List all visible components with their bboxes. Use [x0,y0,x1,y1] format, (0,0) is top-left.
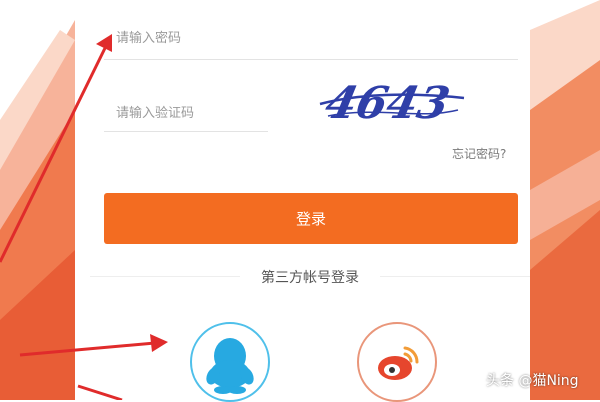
watermark: 头条 @猫Ning [486,373,579,389]
background-decoration-right [530,0,600,400]
captcha-image[interactable]: 4643 [318,76,468,134]
weibo-login-button[interactable] [357,322,437,402]
qq-icon [206,338,254,394]
third-party-divider: 第三方帐号登录 [90,264,530,288]
password-underline [104,59,518,60]
captcha-underline [104,131,268,132]
weibo-icon [378,346,419,380]
background-decoration-left [0,20,75,400]
password-input[interactable]: 请输入密码 [116,31,181,47]
captcha-code: 4643 [321,77,454,128]
qq-login-button[interactable] [190,322,270,402]
forgot-password-link[interactable]: 忘记密码? [452,145,506,162]
login-button[interactable]: 登录 [104,193,518,244]
third-party-label: 第三方帐号登录 [261,270,359,286]
captcha-input[interactable]: 请输入验证码 [116,106,194,122]
login-button-label: 登录 [295,210,326,228]
